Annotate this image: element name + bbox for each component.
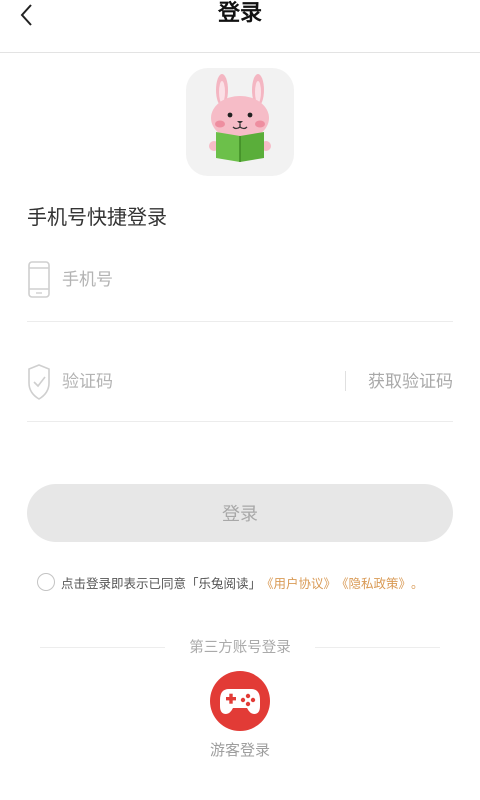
agreement-checkbox[interactable]: [37, 573, 55, 591]
user-agreement-link[interactable]: 《用户协议》: [261, 573, 336, 592]
phone-input[interactable]: [62, 265, 442, 295]
phone-divider: [27, 321, 453, 322]
guest-login-label[interactable]: 游客登录: [0, 739, 480, 761]
guest-login-button[interactable]: [210, 671, 270, 731]
code-field: 获取验证码: [27, 361, 453, 407]
rabbit-reading-book-icon: [209, 74, 271, 162]
third-party-section: 第三方账号登录: [40, 637, 440, 659]
gamepad-icon: [220, 689, 260, 714]
code-input[interactable]: [62, 367, 332, 397]
third-party-title: 第三方账号登录: [189, 640, 291, 656]
login-section-title: 手机号快捷登录: [27, 205, 167, 229]
page-title: 登录: [217, 0, 262, 26]
code-divider: [27, 421, 453, 422]
shield-check-icon: [28, 364, 50, 400]
get-code-button[interactable]: 获取验证码: [368, 367, 453, 397]
header-bar: 登录: [0, 0, 480, 53]
app-logo: [186, 68, 294, 176]
agreement-text: 点击登录即表示已同意「乐兔阅读」: [61, 575, 262, 591]
agreement-end: 。: [411, 575, 424, 591]
agreement-row: 点击登录即表示已同意「乐兔阅读」 《用户协议》 《隐私政策》 。: [37, 571, 424, 593]
code-separator: [345, 371, 346, 391]
phone-icon: [28, 261, 50, 298]
privacy-policy-link[interactable]: 《隐私政策》: [336, 573, 411, 592]
phone-field: [27, 259, 453, 305]
login-button[interactable]: 登录: [27, 484, 453, 542]
